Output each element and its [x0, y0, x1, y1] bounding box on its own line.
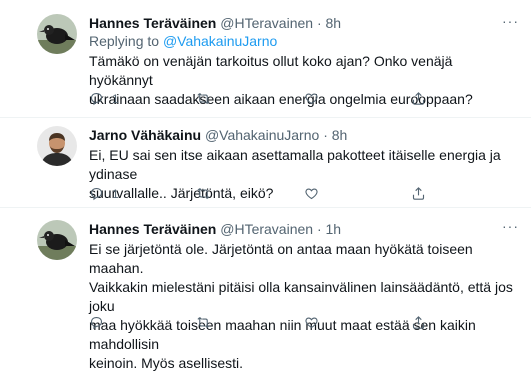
reply-button[interactable]: 1	[89, 91, 119, 106]
retweet-button[interactable]	[196, 91, 211, 106]
share-button[interactable]	[411, 186, 426, 201]
tweet-text: Tämäkö on venäjän tarkoitus ollut koko a…	[89, 53, 473, 107]
share-icon	[412, 187, 425, 200]
heart-icon	[305, 188, 318, 200]
author-name[interactable]: Hannes Teräväinen	[89, 221, 216, 237]
reply-count: 1	[112, 91, 119, 106]
reply-icon	[90, 187, 103, 201]
author-name[interactable]: Hannes Teräväinen	[89, 15, 216, 31]
author-handle[interactable]: @HTeravainen	[220, 15, 313, 31]
separator-dot: ·	[316, 15, 322, 31]
avatar-hannes[interactable]	[37, 220, 77, 260]
tweet-1[interactable]: Hannes Teräväinen @HTeravainen · 8h Repl…	[0, 0, 531, 118]
reply-button[interactable]: 1	[89, 186, 119, 201]
tweet-2[interactable]: Jarno Vähäkainu @VahakainuJarno · 8h Ei,…	[0, 118, 531, 208]
author-handle[interactable]: @VahakainuJarno	[205, 127, 319, 143]
reply-count: 1	[112, 186, 119, 201]
author-handle[interactable]: @HTeravainen	[220, 221, 313, 237]
tweet-text: Ei se järjetöntä ole. Järjetöntä on anta…	[89, 241, 513, 371]
more-icon[interactable]: ···	[502, 13, 519, 29]
replying-to-label: Replying to	[89, 33, 163, 49]
retweet-icon	[197, 188, 210, 199]
retweet-icon	[197, 93, 210, 104]
share-icon	[412, 92, 425, 105]
separator-dot: ·	[316, 221, 322, 237]
replying-to: Replying to @VahakainuJarno	[89, 32, 515, 50]
tweet-3[interactable]: Hannes Teräväinen @HTeravainen · 1h Ei s…	[0, 208, 531, 371]
tweet-text: Ei, EU sai sen itse aikaan asettamalla p…	[89, 147, 501, 201]
tweet-time[interactable]: 8h	[332, 127, 348, 143]
avatar-jarno[interactable]	[37, 126, 77, 166]
separator-dot: ·	[323, 127, 328, 143]
more-icon[interactable]: ···	[502, 218, 519, 234]
reply-icon	[90, 92, 103, 106]
like-button[interactable]	[304, 186, 319, 201]
tweet-time[interactable]: 8h	[326, 15, 342, 31]
tweet-header: Hannes Teräväinen @HTeravainen · 8h	[89, 14, 515, 32]
author-name[interactable]: Jarno Vähäkainu	[89, 127, 201, 143]
tweet-time[interactable]: 1h	[326, 221, 342, 237]
retweet-button[interactable]	[196, 186, 211, 201]
heart-icon	[305, 93, 318, 105]
like-button[interactable]	[304, 91, 319, 106]
tweet-header: Jarno Vähäkainu @VahakainuJarno · 8h	[89, 126, 515, 144]
share-button[interactable]	[411, 91, 426, 106]
avatar-hannes[interactable]	[37, 14, 77, 54]
tweet-header: Hannes Teräväinen @HTeravainen · 1h	[89, 220, 515, 238]
replying-to-mention[interactable]: @VahakainuJarno	[163, 33, 277, 49]
